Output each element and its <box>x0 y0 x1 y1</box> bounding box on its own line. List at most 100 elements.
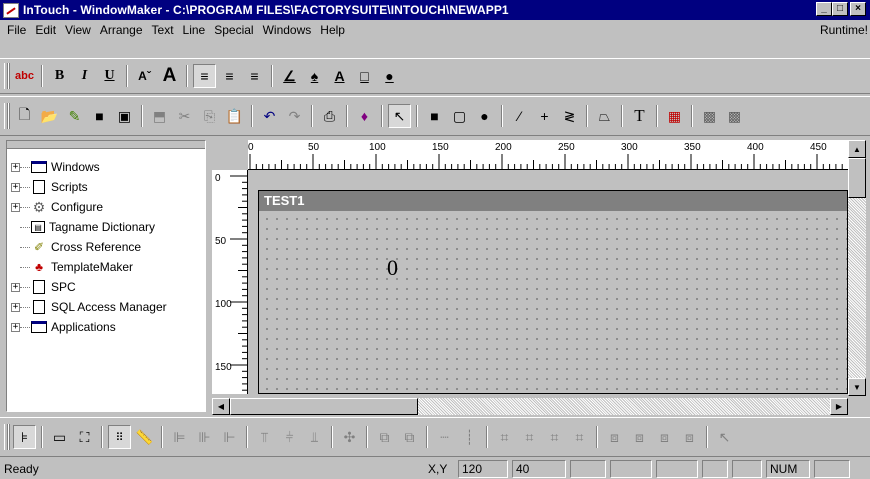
expand-icon[interactable]: + <box>11 182 20 192</box>
vertical-scroll-thumb[interactable] <box>848 158 866 198</box>
toolbar-grip[interactable] <box>4 103 10 129</box>
menu-windows[interactable]: Windows <box>260 23 318 37</box>
decrease-font-icon[interactable]: Aˇ <box>133 64 156 88</box>
canvas-text-object[interactable]: 0 <box>387 255 398 281</box>
menu-line[interactable]: Line <box>180 23 212 37</box>
import-icon[interactable]: ⬒ <box>148 104 171 128</box>
toolbar-grip[interactable] <box>4 424 10 450</box>
tree-item-windows[interactable]: + Windows <box>7 157 205 177</box>
menu-runtime[interactable]: Runtime! <box>820 23 868 37</box>
cut-icon[interactable]: ✂ <box>173 104 196 128</box>
substitute-strings-icon[interactable]: ⧈ <box>653 425 676 449</box>
underline-icon[interactable]: U <box>98 64 121 88</box>
menu-edit[interactable]: Edit <box>32 23 62 37</box>
rectangle-tool-icon[interactable]: ■ <box>423 104 446 128</box>
send-to-back-icon[interactable]: ⧉ <box>398 425 421 449</box>
align-center-objects-icon[interactable]: ⊪ <box>193 425 216 449</box>
hv-line-tool-icon[interactable]: + <box>533 104 556 128</box>
button-tool-icon[interactable]: ▩ <box>698 104 721 128</box>
drawing-canvas[interactable]: TEST1 0 <box>248 170 848 394</box>
test1-window[interactable]: TEST1 0 <box>258 190 848 394</box>
tree-item-sql-access-manager[interactable]: + SQL Access Manager <box>7 297 205 317</box>
expand-icon[interactable]: + <box>11 202 20 212</box>
break-cell-icon[interactable]: ⌗ <box>518 425 541 449</box>
scroll-left-button[interactable]: ◀ <box>212 398 230 415</box>
bitmap-tool-icon[interactable]: ▦ <box>663 104 686 128</box>
symbol-factory-icon[interactable]: ▩ <box>723 104 746 128</box>
open-icon[interactable]: 📂 <box>38 104 61 128</box>
make-cell-icon[interactable]: ⌗ <box>493 425 516 449</box>
expand-icon[interactable]: + <box>11 322 20 332</box>
tree-item-configure[interactable]: + ⚙ Configure <box>7 197 205 217</box>
window-properties-icon[interactable]: ▭ <box>48 425 71 449</box>
vertical-scrollbar[interactable]: ▲ ▼ <box>848 140 866 396</box>
italic-icon[interactable]: I <box>73 64 96 88</box>
undo-icon[interactable]: ↶ <box>258 104 281 128</box>
rounded-rectangle-tool-icon[interactable]: ▢ <box>448 104 471 128</box>
space-horizontal-icon[interactable]: ┈ <box>433 425 456 449</box>
print-icon[interactable]: ⎙ <box>318 104 341 128</box>
menu-view[interactable]: View <box>62 23 97 37</box>
text-color-icon[interactable]: A <box>328 64 351 88</box>
save-icon[interactable]: ■ <box>88 104 111 128</box>
tree-item-scripts[interactable]: + Scripts <box>7 177 205 197</box>
align-right-objects-icon[interactable]: ⊩ <box>218 425 241 449</box>
expand-icon[interactable]: + <box>11 282 20 292</box>
explorer-toggle-icon[interactable]: ⊧ <box>13 425 36 449</box>
reshape-icon[interactable]: ↖ <box>713 425 736 449</box>
align-left-icon[interactable]: ≡ <box>193 64 216 88</box>
grid-toggle-icon[interactable]: ⠿ <box>108 425 131 449</box>
menu-help[interactable]: Help <box>317 23 351 37</box>
scroll-right-button[interactable]: ▶ <box>830 398 848 415</box>
window-color-icon[interactable]: □ <box>353 64 376 88</box>
copy-icon[interactable]: ⎘ <box>198 104 221 128</box>
align-middle-objects-icon[interactable]: ⫩ <box>278 425 301 449</box>
substitute-tags-icon[interactable]: ⧈ <box>628 425 651 449</box>
horizontal-scrollbar[interactable]: ◀ ▶ <box>212 398 848 415</box>
spell-check-icon[interactable]: abc <box>13 64 36 88</box>
wizards-icon[interactable]: ♦ <box>353 104 376 128</box>
paste-icon[interactable]: 📋 <box>223 104 246 128</box>
expand-icon[interactable]: + <box>11 302 20 312</box>
bold-icon[interactable]: B <box>48 64 71 88</box>
intouch-app-icon[interactable] <box>3 2 19 18</box>
polyline-tool-icon[interactable]: ≷ <box>558 104 581 128</box>
align-centerpoint-icon[interactable]: ✣ <box>338 425 361 449</box>
ellipse-tool-icon[interactable]: ● <box>473 104 496 128</box>
minimize-button[interactable]: _ <box>816 2 832 16</box>
wizard-open-icon[interactable]: ✎ <box>63 104 86 128</box>
toolbar-grip[interactable] <box>4 63 10 89</box>
fill-color-icon[interactable]: ♠ <box>303 64 326 88</box>
lock-icon[interactable]: ⧈ <box>678 425 701 449</box>
tree-item-tagname-dictionary[interactable]: ▤ Tagname Dictionary <box>7 217 205 237</box>
tree-item-applications[interactable]: + Applications <box>7 317 205 337</box>
redo-icon[interactable]: ↷ <box>283 104 306 128</box>
line-tool-icon[interactable]: ⁄ <box>508 104 531 128</box>
tree-item-spc[interactable]: + SPC <box>7 277 205 297</box>
tree-item-cross-reference[interactable]: ✐ Cross Reference <box>7 237 205 257</box>
text-tool-icon[interactable]: T <box>628 104 651 128</box>
explorer-grip[interactable] <box>7 141 205 149</box>
line-color-icon[interactable]: ∠ <box>278 64 301 88</box>
align-top-objects-icon[interactable]: ⫪ <box>253 425 276 449</box>
break-symbol-icon[interactable]: ⌗ <box>568 425 591 449</box>
expand-icon[interactable]: + <box>11 162 20 172</box>
scroll-up-button[interactable]: ▲ <box>848 140 866 158</box>
menu-file[interactable]: File <box>4 23 32 37</box>
increase-font-icon[interactable]: A <box>158 64 181 88</box>
new-icon[interactable]: 🗋 <box>13 104 36 128</box>
close-button[interactable]: × <box>850 2 866 16</box>
full-screen-icon[interactable]: ⛶ <box>73 425 96 449</box>
align-right-icon[interactable]: ≡ <box>243 64 266 88</box>
make-symbol-icon[interactable]: ⌗ <box>543 425 566 449</box>
bring-to-front-icon[interactable]: ⧉ <box>373 425 396 449</box>
space-vertical-icon[interactable]: ┊ <box>458 425 481 449</box>
tree-item-templatemaker[interactable]: ♣ TemplateMaker <box>7 257 205 277</box>
align-bottom-objects-icon[interactable]: ⫫ <box>303 425 326 449</box>
test1-window-title[interactable]: TEST1 <box>259 191 847 211</box>
scroll-down-button[interactable]: ▼ <box>848 378 866 396</box>
menu-arrange[interactable]: Arrange <box>97 23 149 37</box>
align-left-objects-icon[interactable]: ⊫ <box>168 425 191 449</box>
menu-special[interactable]: Special <box>211 23 259 37</box>
horizontal-scroll-thumb[interactable] <box>230 398 418 415</box>
